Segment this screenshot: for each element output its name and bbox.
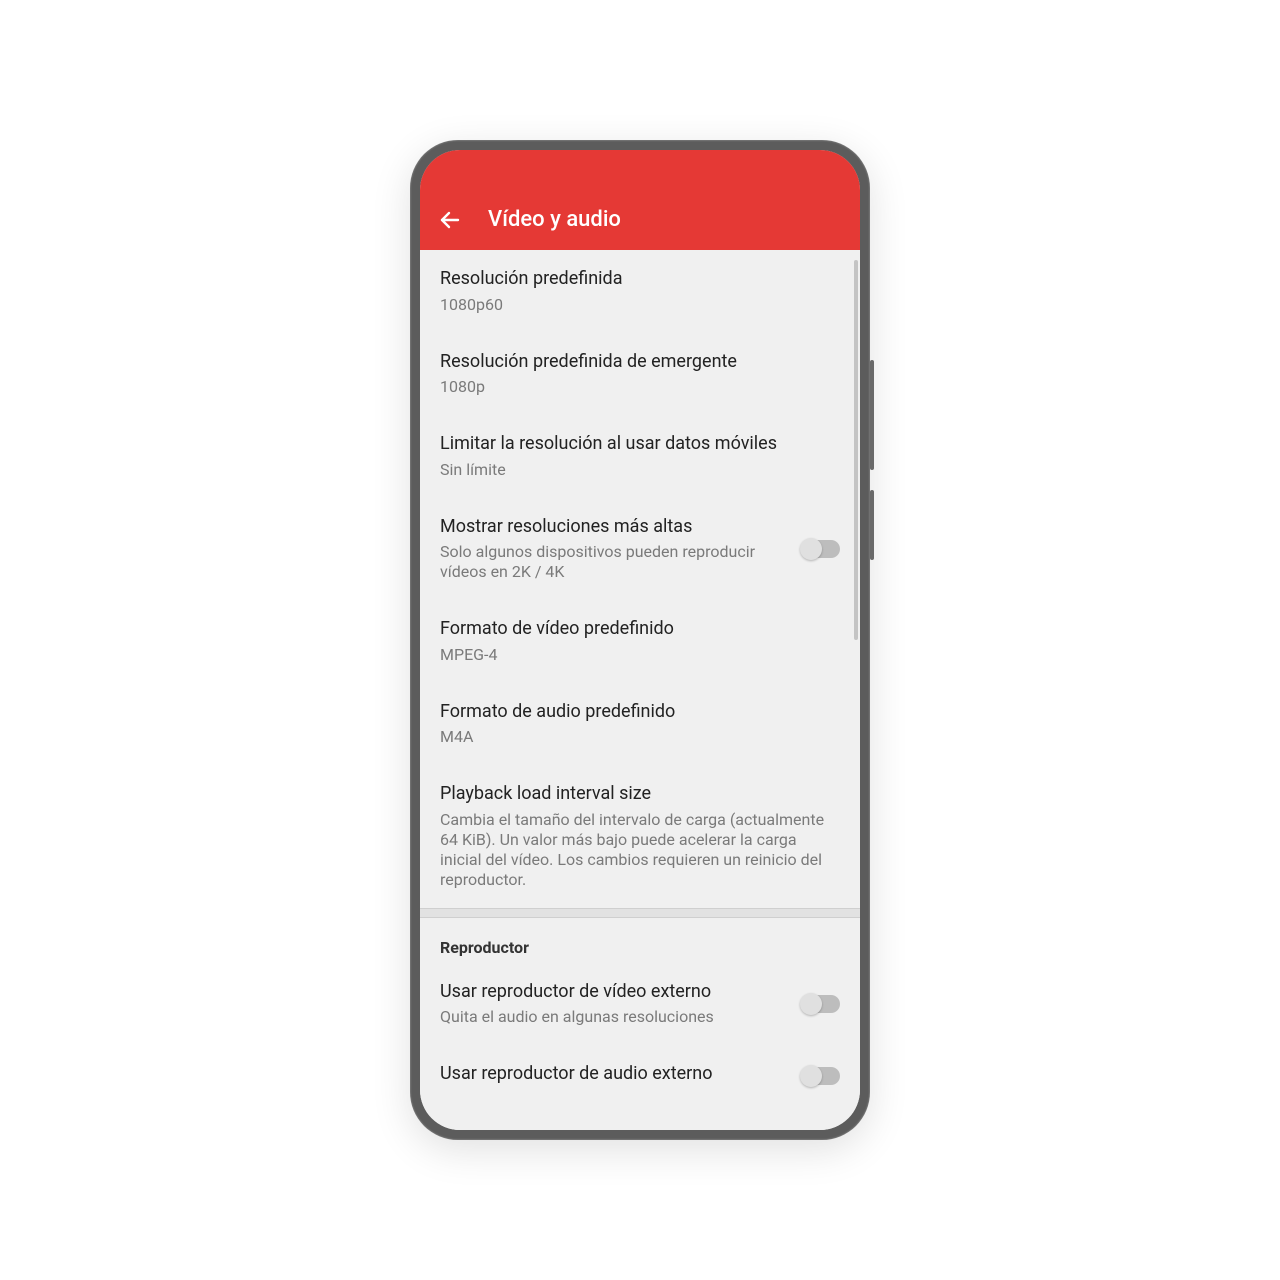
setting-value: M4A	[440, 727, 840, 747]
phone-side-button	[870, 490, 874, 560]
scrollbar[interactable]	[854, 260, 858, 640]
setting-description: Quita el audio en algunas resoluciones	[440, 1007, 786, 1027]
setting-popup-resolution[interactable]: Resolución predefinida de emergente 1080…	[420, 333, 860, 416]
setting-value: 1080p	[440, 377, 840, 397]
back-arrow-icon[interactable]	[438, 208, 462, 232]
app-bar: Vídeo y audio	[420, 150, 860, 250]
setting-title: Formato de vídeo predefinido	[440, 618, 840, 641]
page-title: Vídeo y audio	[488, 207, 621, 232]
setting-value: 1080p60	[440, 295, 840, 315]
setting-limit-mobile[interactable]: Limitar la resolución al usar datos móvi…	[420, 415, 860, 498]
setting-title: Usar reproductor de audio externo	[440, 1063, 786, 1086]
setting-external-video[interactable]: Usar reproductor de vídeo externo Quita …	[420, 963, 860, 1046]
setting-external-audio[interactable]: Usar reproductor de audio externo	[420, 1045, 860, 1108]
settings-list[interactable]: Resolución predefinida 1080p60 Resolució…	[420, 250, 860, 1130]
setting-value: MPEG-4	[440, 645, 840, 665]
setting-title: Usar reproductor de vídeo externo	[440, 981, 786, 1004]
setting-audio-format[interactable]: Formato de audio predefinido M4A	[420, 683, 860, 766]
toggle-switch[interactable]	[802, 995, 840, 1013]
section-header-reproductor: Reproductor	[420, 918, 860, 963]
toggle-switch[interactable]	[802, 540, 840, 558]
setting-title: Limitar la resolución al usar datos móvi…	[440, 433, 840, 456]
phone-frame: Vídeo y audio Resolución predefinida 108…	[410, 140, 870, 1140]
setting-title: Mostrar resoluciones más altas	[440, 516, 786, 539]
toggle-switch[interactable]	[802, 1067, 840, 1085]
setting-title: Resolución predefinida	[440, 268, 840, 291]
setting-description: Solo algunos dispositivos pueden reprodu…	[440, 542, 786, 582]
setting-video-format[interactable]: Formato de vídeo predefinido MPEG-4	[420, 600, 860, 683]
phone-side-button	[870, 360, 874, 470]
setting-description: Cambia el tamaño del intervalo de carga …	[440, 810, 840, 890]
setting-default-resolution[interactable]: Resolución predefinida 1080p60	[420, 250, 860, 333]
setting-title: Playback load interval size	[440, 783, 840, 806]
setting-title: Formato de audio predefinido	[440, 701, 840, 724]
setting-show-higher-res[interactable]: Mostrar resoluciones más altas Solo algu…	[420, 498, 860, 601]
section-divider	[420, 908, 860, 918]
setting-title: Resolución predefinida de emergente	[440, 351, 840, 374]
setting-load-interval[interactable]: Playback load interval size Cambia el ta…	[420, 765, 860, 908]
setting-value: Sin límite	[440, 460, 840, 480]
screen: Vídeo y audio Resolución predefinida 108…	[420, 150, 860, 1130]
